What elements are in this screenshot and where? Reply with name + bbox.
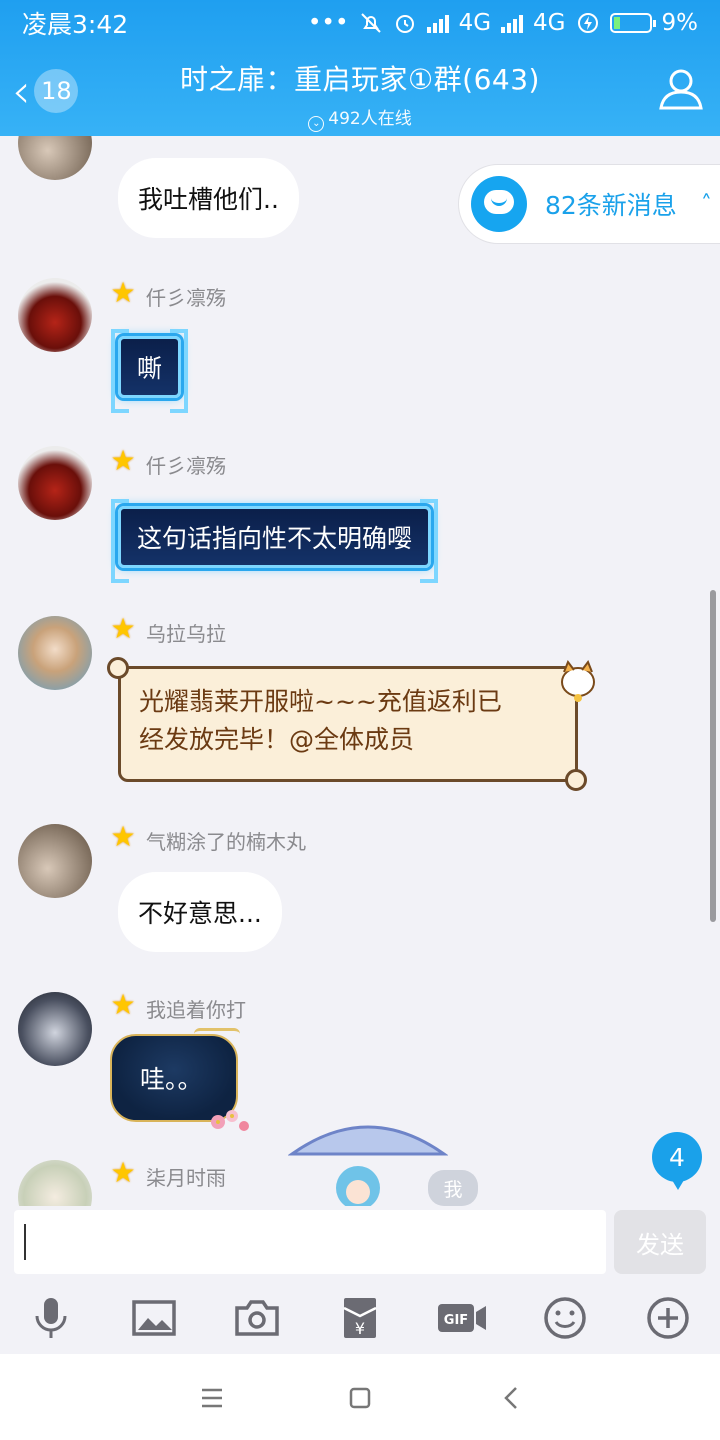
message-text: 嘶 [137, 354, 163, 383]
message-text-line: 光耀翡莱开服啦~~~充值返利已 [139, 687, 502, 716]
text-caret [24, 1224, 26, 1260]
status-bar: 凌晨3:42 ••• 4G 4G 9% [0, 0, 720, 46]
message-bubble[interactable]: 嘶 [110, 329, 189, 413]
online-count-label: 492人在线 [328, 109, 412, 129]
star-badge-icon: ★ [110, 988, 136, 1021]
image-icon[interactable] [130, 1294, 178, 1342]
bell-off-icon [360, 13, 381, 33]
sender-name[interactable]: 我追着你打 [146, 994, 246, 1023]
me-tag: 我 [428, 1170, 478, 1206]
unread-count: 4 [669, 1142, 685, 1172]
chat-bubble-icon [471, 176, 527, 232]
new-messages-label: 82条新消息 [545, 191, 677, 220]
avatar[interactable] [18, 824, 92, 898]
message-text: 这句话指向性不太明确嘤 [137, 524, 413, 553]
home-icon[interactable] [340, 1378, 380, 1418]
page-title: 时之扉：重启玩家①群(643) [180, 63, 540, 96]
mic-icon[interactable] [27, 1294, 75, 1342]
battery-level: 9% [661, 10, 699, 36]
scroll-curl-decoration [565, 769, 587, 791]
battery-icon [609, 13, 656, 33]
emoji-icon[interactable] [541, 1294, 589, 1342]
toolbar: ¥ GIF [0, 1288, 720, 1348]
network-type-2: 4G [533, 10, 566, 36]
menu-icon[interactable] [192, 1378, 232, 1418]
message-text: 我吐槽他们.. [138, 185, 279, 214]
status-icons: ••• 4G 4G 9% [308, 10, 698, 36]
chevron-left-icon: ‹ [12, 64, 31, 118]
message-bubble[interactable]: 光耀翡莱开服啦~~~充值返利已 经发放完毕！@全体成员 [107, 657, 587, 791]
network-type-1: 4G [458, 10, 492, 36]
star-badge-icon: ★ [110, 820, 136, 853]
svg-text:GIF: GIF [444, 1313, 468, 1328]
umbrella-girl-sticker [288, 1125, 448, 1206]
camera-icon[interactable] [233, 1294, 281, 1342]
scroll-curl-decoration [107, 657, 129, 679]
gif-icon[interactable]: GIF [436, 1294, 488, 1342]
message-bubble[interactable]: 我吐槽他们.. [118, 158, 299, 238]
avatar[interactable] [18, 278, 92, 352]
online-count: ⌄ 492人在线 [130, 104, 590, 132]
star-badge-icon: ★ [110, 612, 136, 645]
sender-name[interactable]: 乌拉乌拉 [146, 618, 226, 647]
scrollbar[interactable] [710, 590, 716, 922]
back-nav-icon[interactable] [492, 1378, 532, 1418]
input-bar: 发送 ¥ GIF [0, 1206, 720, 1354]
sender-name[interactable]: 柒月时雨 [146, 1162, 226, 1191]
signal-icon-2 [501, 13, 524, 33]
send-button[interactable]: 发送 [614, 1210, 706, 1274]
alarm-icon [395, 15, 414, 33]
bubble-decoration [194, 1028, 240, 1040]
sender-name[interactable]: 气糊涂了的楠木丸 [146, 826, 306, 855]
avatar[interactable] [18, 1160, 92, 1206]
unread-count-bubble[interactable]: 4 [652, 1132, 702, 1190]
avatar[interactable] [18, 992, 92, 1066]
avatar[interactable] [18, 446, 92, 520]
message-bubble[interactable]: 这句话指向性不太明确嘤 [110, 499, 439, 583]
message-text: 哇。。 [140, 1065, 203, 1094]
message-list[interactable]: 我吐槽他们.. ★ 仟彡凛殇 嘶 ★ 仟彡凛殇 这句话指向性不太明确嘤 ★ 乌拉… [0, 136, 720, 1206]
group-members-icon[interactable] [656, 66, 706, 112]
status-time: 凌晨3:42 [22, 10, 129, 39]
sender-name[interactable]: 仟彡凛殇 [146, 450, 226, 479]
system-nav-bar [0, 1354, 720, 1440]
avatar[interactable] [18, 616, 92, 690]
flower-decoration-icon [211, 1110, 249, 1131]
chevron-circle-icon: ⌄ [308, 116, 325, 132]
message-text: 不好意思... [138, 899, 262, 928]
chat-title-area[interactable]: 时之扉：重启玩家①群(643) ⌄ 492人在线 [130, 58, 590, 132]
message-bubble[interactable]: 不好意思... [118, 872, 282, 952]
chevron-up-icon: ˄ [700, 191, 712, 217]
new-messages-button[interactable]: 82条新消息 ˄ [458, 164, 720, 244]
back-button[interactable]: ‹ 18 [12, 64, 79, 118]
sender-name[interactable]: 仟彡凛殇 [146, 282, 226, 311]
svg-text:¥: ¥ [355, 1319, 365, 1338]
top-header: 凌晨3:42 ••• 4G 4G 9% ‹ 18 时之扉：重启玩家①群(643)… [0, 0, 720, 136]
signal-icon [426, 13, 449, 33]
plus-icon[interactable] [644, 1294, 692, 1342]
star-badge-icon: ★ [110, 276, 136, 309]
lucky-cat-icon [561, 659, 595, 702]
more-dots-icon: ••• [307, 10, 349, 36]
star-badge-icon: ★ [110, 1156, 136, 1189]
flash-icon [577, 13, 598, 33]
unread-badge: 18 [34, 69, 79, 113]
avatar[interactable] [18, 136, 92, 180]
message-input[interactable] [14, 1210, 606, 1274]
red-packet-icon[interactable]: ¥ [336, 1294, 384, 1342]
star-badge-icon: ★ [110, 444, 136, 477]
message-text-line: 经发放完毕！@全体成员 [139, 725, 415, 754]
